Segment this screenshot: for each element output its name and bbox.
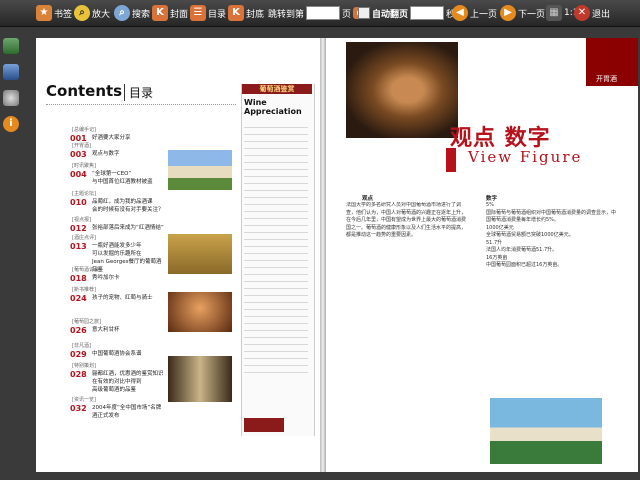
toc-button[interactable]: ☰ 目录 [190, 3, 226, 23]
toc-entry-title[interactable]: 秀吟加尔卡 [92, 274, 166, 282]
masthead-english-title: Wine Appreciation [244, 98, 302, 116]
auto-flip-seconds-input[interactable] [410, 6, 445, 20]
article-title-en: View Figure [468, 148, 583, 166]
masthead-staff-list [244, 124, 308, 374]
magazine-spread: Contents 目录 葡萄酒鉴赏 Wine Appreciation [总编手… [36, 38, 638, 472]
back-cover-icon: K [228, 5, 244, 21]
info-icon[interactable]: i [3, 116, 19, 132]
search-icon: ⌕ [114, 5, 130, 21]
auto-flip: 自动翻页秒 [358, 3, 455, 23]
toc-entry-title[interactable]: 品葡红，成为我的品酒课 会的时候有没有对手要关注？ [92, 198, 166, 214]
toc-entry-title[interactable]: 中国葡萄酒协会系谱 [92, 350, 166, 358]
toc-page-number[interactable]: 012 [70, 224, 87, 233]
bookmark-icon: ★ [36, 5, 52, 21]
wine-bottle-photo[interactable] [168, 356, 232, 402]
toc-entry-title[interactable]: 张裕部落后来成为“红酒情结” [92, 224, 166, 232]
grid-icon: ▦ [546, 5, 562, 21]
toc-section-label: [开胃酒] [72, 143, 91, 149]
goto-page: 跳转到第页▸ [268, 3, 366, 23]
toc-section-label: [非凡酒] [72, 343, 91, 349]
toc-section-label: [主题论坛] [72, 191, 96, 197]
toc-page-number[interactable]: 013 [70, 242, 87, 251]
toc-entry-title[interactable]: 观点与数字 [92, 150, 166, 158]
toc-section-label: [视点报] [72, 217, 91, 223]
toc-entry-title[interactable]: 意大利甘杯 [92, 326, 166, 334]
toc-section-label: [酒庄点评] [72, 235, 96, 241]
search-button[interactable]: ⌕ 搜索 [114, 3, 150, 23]
next-page-button[interactable]: ▶ 下一页 [500, 3, 545, 23]
toc-page-number[interactable]: 010 [70, 198, 87, 207]
zoom-button[interactable]: ⌕ 放大 [74, 3, 110, 23]
exit-button[interactable]: ✕ 退出 [574, 3, 610, 23]
chateau-photo[interactable] [168, 150, 232, 190]
toc-section-label: [新书推荐] [72, 287, 96, 293]
cover-icon: K [152, 5, 168, 21]
settings-icon[interactable] [3, 90, 19, 106]
masthead-logo-small [244, 418, 284, 432]
figure-text: 5% 国际葡萄与葡萄酒组织对中国葡萄酒消费量的调查显示，中国葡萄酒消费量每年增长… [486, 202, 617, 268]
red-ribbon [446, 148, 456, 172]
toc-entry-title[interactable]: 好酒要大家分享 [92, 134, 166, 142]
toc-section-label: [总编手记] [72, 127, 96, 133]
masthead-logo: 葡萄酒鉴赏 [242, 84, 312, 94]
heading-rule [46, 104, 236, 105]
figure-heading: 数字 [486, 196, 498, 202]
right-page[interactable]: 开胃酒 观点 数字 View Figure 观点 法国大学的多名研究人员对中国葡… [326, 38, 638, 472]
barrel-stack-photo [346, 42, 458, 138]
village-illustration [490, 398, 602, 464]
toc-page-number[interactable]: 026 [70, 326, 87, 335]
toc-page-number[interactable]: 004 [70, 170, 87, 179]
toc-page-number[interactable]: 003 [70, 150, 87, 159]
chateau-sepia-photo[interactable] [168, 234, 232, 274]
list-icon: ☰ [190, 5, 206, 21]
section-tab: 开胃酒 [596, 75, 617, 83]
close-icon: ✕ [574, 5, 590, 21]
contents-heading-cn: 目录 [124, 84, 153, 101]
toc-entry-title[interactable]: 孩子的宠物、红萄与骑士 [92, 294, 166, 302]
toc-page-number[interactable]: 028 [70, 370, 87, 379]
toc-entry-title[interactable]: 骊都红酒，优惠酒的鉴赏知识 在有效的对比中得到 高级葡萄酒的品鉴 [92, 370, 166, 394]
opinion-text: 法国大学的多名研究人员对中国葡萄酒市场进行了调查，他们认为，中国人对葡萄酒的兴趣… [346, 202, 466, 238]
toc-page-number[interactable]: 032 [70, 404, 87, 413]
cover-button[interactable]: K 封面 [152, 3, 188, 23]
toc-entry-title[interactable]: “全球第一CEO” 与中国首位红酒教材被盗 [92, 170, 166, 186]
opinion-heading: 观点 [362, 196, 374, 202]
toc-section-label: [资讯一览] [72, 397, 96, 403]
back-cover-button[interactable]: K 封底 [228, 3, 264, 23]
magnifier-icon: ⌕ [74, 5, 90, 21]
goto-page-input[interactable] [306, 6, 341, 20]
toc-entry-title[interactable]: 2004年度“全中国市场”名牌酒正式发布 [92, 404, 166, 420]
toc-entry-title[interactable]: 一瓶好酒能发多少年 可以发掘的乐趣所在 Jean Georges餐厅的葡萄酒品鉴 [92, 242, 166, 274]
prev-page-button[interactable]: ◀ 上一页 [452, 3, 497, 23]
cellar-barrels-photo[interactable] [168, 292, 232, 332]
reader-toolbar: ★书签 ⌕放大 ⌕搜索 K封面 ☰目录 K封底 跳转到第页▸ 自动翻页秒 ◀上一… [0, 0, 640, 27]
toc-page-number[interactable]: 029 [70, 350, 87, 359]
left-page[interactable]: Contents 目录 葡萄酒鉴赏 Wine Appreciation [总编手… [36, 38, 320, 472]
toc-section-label: [葡萄酒访谈] [72, 267, 101, 273]
book-icon[interactable] [3, 64, 19, 80]
contents-heading: Contents [46, 82, 123, 100]
toc-section-label: [特别策划] [72, 363, 96, 369]
side-toolbar: i [0, 38, 22, 142]
auto-flip-checkbox[interactable] [358, 7, 370, 19]
bookmark-button[interactable]: ★ 书签 [36, 3, 72, 23]
toc-section-label: [葡萄园之旅] [72, 319, 101, 325]
toc-section-label: [时讯聚焦] [72, 163, 96, 169]
toc-page-number[interactable]: 024 [70, 294, 87, 303]
arrow-right-icon: ▶ [500, 5, 516, 21]
arrow-left-icon: ◀ [452, 5, 468, 21]
thumbnail-icon[interactable] [3, 38, 19, 54]
toc-page-number[interactable]: 018 [70, 274, 87, 283]
